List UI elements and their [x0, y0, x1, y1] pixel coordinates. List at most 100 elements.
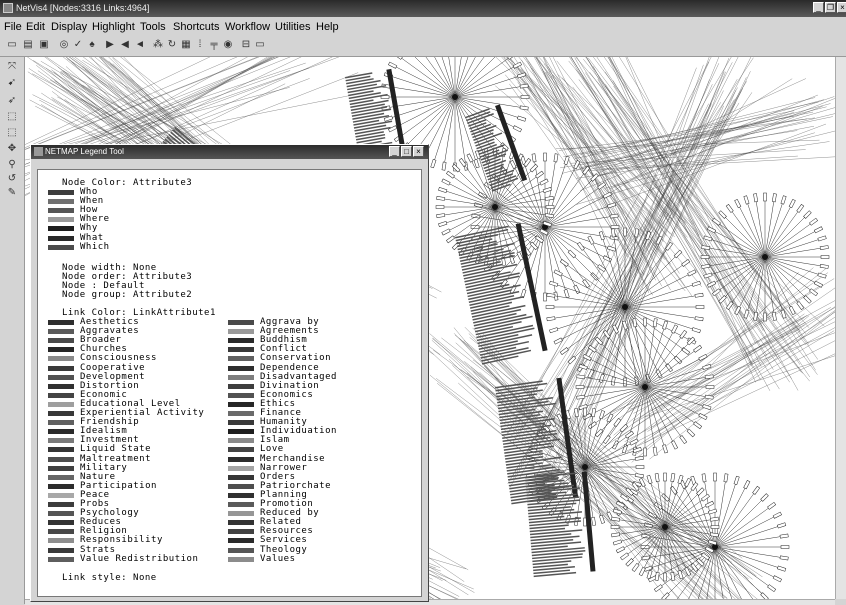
- layout-fan-icon[interactable]: ◄: [134, 39, 146, 51]
- network-edge: [664, 491, 701, 528]
- tree-icon[interactable]: ╤: [208, 39, 220, 51]
- move-icon[interactable]: ✥: [6, 143, 18, 155]
- network-edge: [714, 525, 782, 548]
- network-node: [693, 344, 703, 353]
- menu-shortcuts[interactable]: Shortcuts: [173, 21, 219, 33]
- refresh-icon[interactable]: ↻: [166, 39, 178, 51]
- network-node: [441, 228, 451, 236]
- frame-icon[interactable]: ▭: [254, 39, 266, 51]
- network-edge: [584, 449, 638, 468]
- network-edge: [433, 96, 456, 164]
- network-node: [631, 562, 640, 572]
- zoom-icon[interactable]: ⚲: [6, 159, 18, 171]
- close-icon[interactable]: ×: [413, 146, 424, 157]
- network-node: [535, 170, 544, 179]
- link-color-swatch: [228, 483, 254, 489]
- vertical-scrollbar[interactable]: [835, 57, 846, 599]
- network-edge: [707, 238, 766, 258]
- network-node: [663, 572, 667, 582]
- network-edge: [442, 189, 496, 208]
- network-node: [602, 329, 611, 339]
- network-node: [803, 210, 812, 219]
- menu-tools[interactable]: Tools: [140, 21, 166, 33]
- network-node: [654, 473, 660, 483]
- network-node: [780, 545, 790, 549]
- new-icon[interactable]: ▭: [6, 39, 18, 51]
- menu-file[interactable]: File: [4, 21, 22, 33]
- grid-icon[interactable]: ▦: [180, 39, 192, 51]
- pointer-alt-icon[interactable]: ➶: [6, 95, 18, 107]
- network-node: [559, 347, 569, 355]
- link-color-swatch: [48, 374, 74, 380]
- minimize-icon[interactable]: _: [813, 2, 824, 13]
- network-node: [512, 125, 522, 133]
- menu-help[interactable]: Help: [316, 21, 339, 33]
- minimize-icon[interactable]: _: [389, 146, 400, 157]
- network-edge: [454, 57, 462, 98]
- menu-display[interactable]: Display: [51, 21, 87, 33]
- layout-right-icon[interactable]: ▶: [104, 39, 116, 51]
- network-node: [671, 324, 678, 334]
- check-icon[interactable]: ✓: [72, 39, 84, 51]
- network-node: [700, 493, 710, 502]
- network-node: [573, 284, 581, 294]
- network-node: [704, 500, 715, 508]
- link-color-swatch: [48, 511, 74, 517]
- network-edge: [569, 57, 780, 390]
- network-node: [545, 205, 555, 209]
- hierarchy-icon[interactable]: ⊟: [240, 39, 252, 51]
- target-icon[interactable]: ◎: [58, 39, 70, 51]
- node-color-label: Which: [80, 241, 110, 252]
- menu-highlight[interactable]: Highlight: [92, 21, 135, 33]
- fit-icon[interactable]: ⤧: [6, 61, 18, 73]
- link-color-swatch: [228, 529, 254, 535]
- pointer-icon[interactable]: ➹: [6, 77, 18, 89]
- print-icon[interactable]: ▣: [38, 39, 50, 51]
- cluster-icon[interactable]: ⁂: [152, 39, 164, 51]
- network-node: [446, 235, 455, 244]
- network-edge: [650, 325, 798, 411]
- menu-edit[interactable]: Edit: [26, 21, 45, 33]
- network-node: [446, 170, 455, 179]
- network-node: [694, 292, 704, 298]
- network-edge: [654, 321, 835, 410]
- network-node: [654, 571, 660, 581]
- menu-workflow[interactable]: Workflow: [225, 21, 270, 33]
- link-color-swatch: [228, 383, 254, 389]
- layout-left-icon[interactable]: ◀: [119, 39, 131, 51]
- network-edge: [729, 208, 766, 258]
- legend-body: Node Color: Attribute3 Who When How Where Wh…: [37, 169, 422, 597]
- network-edge: [544, 226, 587, 284]
- network-edge: [644, 348, 698, 388]
- record-icon[interactable]: ◉: [222, 39, 234, 51]
- network-edge: [619, 57, 816, 371]
- maximize-icon[interactable]: □: [401, 146, 412, 157]
- select-icon[interactable]: ⬚: [6, 111, 18, 123]
- network-node: [575, 385, 585, 389]
- network-node: [813, 226, 824, 234]
- network-node: [520, 95, 530, 99]
- select-alt-icon[interactable]: ⬚: [6, 127, 18, 139]
- network-node: [673, 249, 683, 259]
- menu-utilities[interactable]: Utilities: [275, 21, 310, 33]
- network-node: [653, 584, 663, 593]
- wrench-icon[interactable]: ✎: [6, 187, 18, 199]
- link-color-swatch: [228, 329, 254, 335]
- network-node: [435, 205, 445, 209]
- legend-app-icon: [34, 147, 43, 156]
- left-toolbar: ⤧ ➹ ➶ ⬚ ⬚ ✥ ⚲ ↺ ✎: [0, 57, 25, 604]
- network-node: [709, 516, 719, 522]
- rotate-icon[interactable]: ↺: [6, 173, 18, 185]
- dots-grid-icon[interactable]: ⁞: [194, 39, 206, 51]
- network-node: [707, 508, 718, 515]
- network-node: [788, 198, 796, 209]
- network-node: [441, 161, 447, 171]
- open-icon[interactable]: ▤: [22, 39, 34, 51]
- binoculars-icon[interactable]: ♠: [86, 39, 98, 51]
- network-edge: [454, 57, 511, 98]
- link-color-swatch: [228, 520, 254, 526]
- restore-icon[interactable]: ❐: [825, 2, 836, 13]
- close-icon[interactable]: ×: [837, 2, 846, 13]
- link-color-swatch: [48, 556, 74, 562]
- network-node: [817, 235, 827, 242]
